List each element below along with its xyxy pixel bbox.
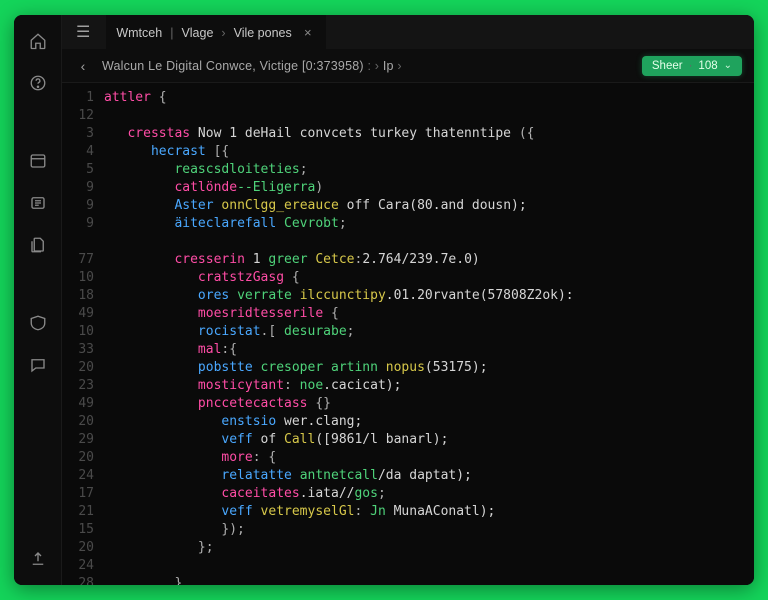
upload-icon[interactable] xyxy=(26,547,50,571)
line-number: 20 xyxy=(62,359,94,377)
help-icon[interactable] xyxy=(26,71,50,95)
editor-pane: ☰ Wmtceh | Vlage › Vile pones × ‹ Walcun… xyxy=(62,15,754,585)
line-number: 20 xyxy=(62,539,94,557)
breadcrumb-bar: ‹ Walcun Le Digital Conwce, Victige [0:3… xyxy=(62,49,754,83)
code-line[interactable] xyxy=(104,107,754,125)
chat-icon[interactable] xyxy=(26,353,50,377)
code-line[interactable]: pnccetecactass {} xyxy=(104,395,754,413)
code-line[interactable]: cratstzGasg { xyxy=(104,269,754,287)
app-window: ☰ Wmtceh | Vlage › Vile pones × ‹ Walcun… xyxy=(14,15,754,585)
explorer-icon[interactable] xyxy=(26,149,50,173)
code-line[interactable]: veff of Call([9861/l banarl); xyxy=(104,431,754,449)
code-line[interactable]: cresserin 1 greer Cetce:2.764/239.7e.0) xyxy=(104,251,754,269)
line-number: 33 xyxy=(62,341,94,359)
close-icon[interactable]: × xyxy=(300,25,316,41)
code-line[interactable]: Aster onnClgg_ereauce off Cara(80.and do… xyxy=(104,197,754,215)
code-line[interactable]: cresstas Now 1 deHail convcets turkey th… xyxy=(104,125,754,143)
code-line[interactable]: moesridtesserile { xyxy=(104,305,754,323)
files-icon[interactable] xyxy=(26,233,50,257)
code-line[interactable]: ores verrate ilccunctipy.01.20rvante(578… xyxy=(104,287,754,305)
line-number: 20 xyxy=(62,413,94,431)
line-number-gutter: 1123459997710184910332023492029202417211… xyxy=(62,83,104,585)
code-line[interactable]: hecrast [{ xyxy=(104,143,754,161)
code-line[interactable] xyxy=(104,557,754,575)
chevron-right-icon: › xyxy=(221,26,225,40)
menu-icon[interactable]: ☰ xyxy=(70,22,96,42)
line-number: 28 xyxy=(62,575,94,585)
code-content[interactable]: attler { cresstas Now 1 deHail convcets … xyxy=(104,83,754,585)
line-number: 49 xyxy=(62,305,94,323)
tab-title-c: Vile pones xyxy=(234,26,292,40)
run-button[interactable]: Sheer · 108 ⌄ xyxy=(642,56,742,76)
line-number: 29 xyxy=(62,431,94,449)
code-line[interactable] xyxy=(104,233,754,251)
code-line[interactable]: enstsio wer.clang; xyxy=(104,413,754,431)
line-number: 9 xyxy=(62,215,94,233)
line-number: 20 xyxy=(62,449,94,467)
code-line[interactable]: äiteclarefall Cevrobt; xyxy=(104,215,754,233)
line-number: 12 xyxy=(62,107,94,125)
code-line[interactable]: pobstte cresoper artinn nopus(53175); xyxy=(104,359,754,377)
code-line[interactable]: mosticytant: noe.cacicat); xyxy=(104,377,754,395)
code-line[interactable]: } xyxy=(104,575,754,585)
tag-icon[interactable] xyxy=(26,311,50,335)
line-number: 10 xyxy=(62,323,94,341)
tab-title-b: Vlage xyxy=(181,26,213,40)
home-icon[interactable] xyxy=(26,29,50,53)
back-icon[interactable]: ‹ xyxy=(74,58,92,74)
tab-title-a: Wmtceh xyxy=(116,26,162,40)
line-number: 17 xyxy=(62,485,94,503)
line-number xyxy=(62,233,94,251)
tab-active[interactable]: Wmtceh | Vlage › Vile pones × xyxy=(106,15,325,49)
line-number: 49 xyxy=(62,395,94,413)
line-number: 10 xyxy=(62,269,94,287)
line-number: 18 xyxy=(62,287,94,305)
code-editor[interactable]: 1123459997710184910332023492029202417211… xyxy=(62,83,754,585)
code-line[interactable]: relatatte antnetcall/da daptat); xyxy=(104,467,754,485)
activity-bar xyxy=(14,15,62,585)
line-number: 1 xyxy=(62,89,94,107)
code-line[interactable]: catlönde--Eligerra) xyxy=(104,179,754,197)
code-line[interactable]: reascsdloiteties; xyxy=(104,161,754,179)
line-number: 9 xyxy=(62,197,94,215)
chevron-right-icon: › xyxy=(375,59,379,73)
crumb-b: [0:373958) xyxy=(302,59,364,73)
chevron-down-icon: ⌄ xyxy=(724,60,732,71)
crumb-c: Ip xyxy=(383,59,394,73)
breadcrumb[interactable]: Walcun Le Digital Conwce, Victige [0:373… xyxy=(102,59,632,73)
code-line[interactable]: }; xyxy=(104,539,754,557)
crumb-a: Walcun Le Digital Conwce, Victige xyxy=(102,59,298,73)
code-line[interactable]: mal:{ xyxy=(104,341,754,359)
list-icon[interactable] xyxy=(26,191,50,215)
tab-bar: ☰ Wmtceh | Vlage › Vile pones × xyxy=(62,15,754,49)
line-number: 77 xyxy=(62,251,94,269)
code-line[interactable]: more: { xyxy=(104,449,754,467)
code-line[interactable]: caceitates.iata//gos; xyxy=(104,485,754,503)
line-number: 5 xyxy=(62,161,94,179)
run-detail: 108 xyxy=(698,60,717,72)
line-number: 3 xyxy=(62,125,94,143)
line-number: 23 xyxy=(62,377,94,395)
line-number: 4 xyxy=(62,143,94,161)
code-line[interactable]: }); xyxy=(104,521,754,539)
code-line[interactable]: veff vetremyselGl: Jn MunaAConatl); xyxy=(104,503,754,521)
code-line[interactable]: rocistat.[ desurabe; xyxy=(104,323,754,341)
line-number: 24 xyxy=(62,467,94,485)
run-label: Sheer xyxy=(652,60,683,72)
line-number: 21 xyxy=(62,503,94,521)
line-number: 24 xyxy=(62,557,94,575)
chevron-right-icon: › xyxy=(397,59,401,73)
line-number: 15 xyxy=(62,521,94,539)
tab-sep: | xyxy=(170,26,173,40)
code-line[interactable]: attler { xyxy=(104,89,754,107)
line-number: 9 xyxy=(62,179,94,197)
